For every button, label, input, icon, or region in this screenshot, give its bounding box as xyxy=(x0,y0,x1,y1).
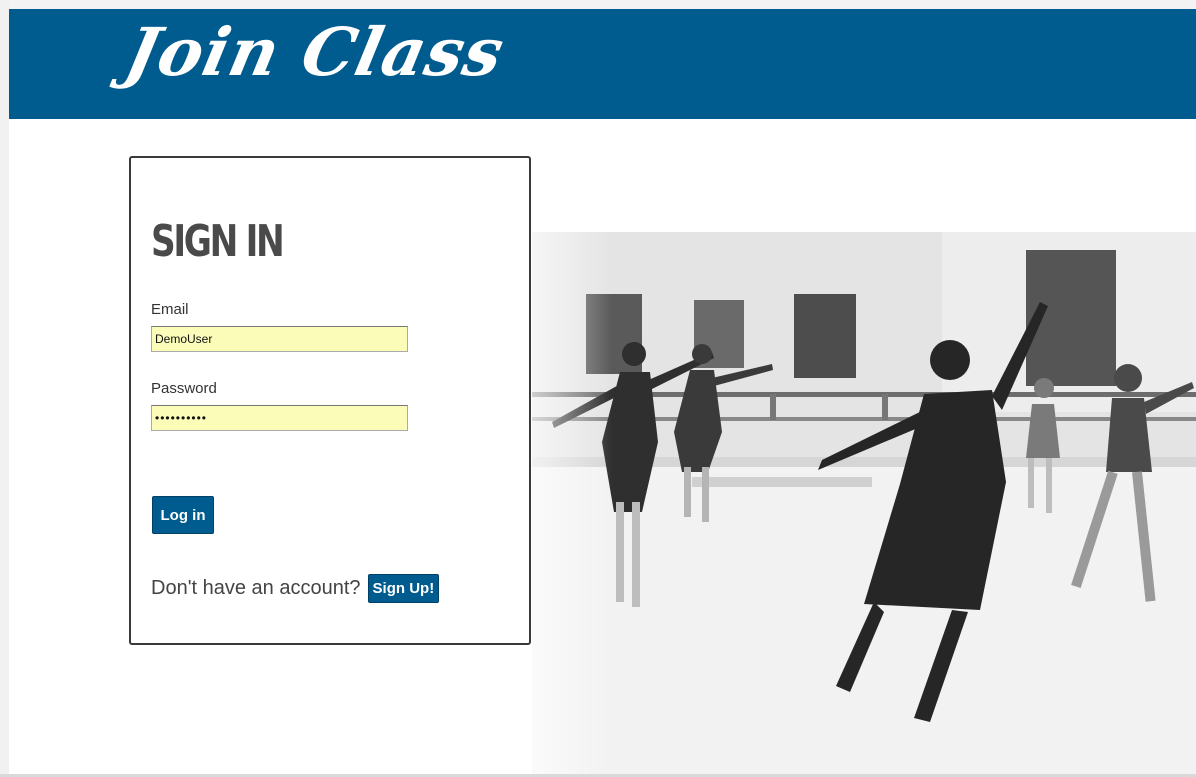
email-label: Email xyxy=(151,301,189,318)
signup-prompt: Don't have an account? xyxy=(151,577,361,599)
header-bar: Join Class xyxy=(9,9,1196,119)
poster-3 xyxy=(794,294,856,378)
photo-fade xyxy=(532,232,612,777)
window-top-edge xyxy=(0,0,1196,9)
signin-title: SIGN IN xyxy=(151,216,285,267)
signup-row: Don't have an account? Sign Up! xyxy=(151,574,440,603)
login-button[interactable]: Log in xyxy=(152,496,214,534)
logo-text: Join Class xyxy=(118,13,512,91)
dance-class-illustration xyxy=(532,232,1196,777)
signup-button[interactable]: Sign Up! xyxy=(367,574,440,603)
password-label: Password xyxy=(151,380,217,397)
logo[interactable]: Join Class xyxy=(119,13,512,91)
email-field[interactable] xyxy=(151,326,408,352)
window-left-edge xyxy=(0,0,9,777)
dance-class-photo xyxy=(532,232,1196,777)
signin-card: SIGN IN Email Password Log in Don't have… xyxy=(129,156,531,645)
password-field[interactable] xyxy=(151,405,408,431)
